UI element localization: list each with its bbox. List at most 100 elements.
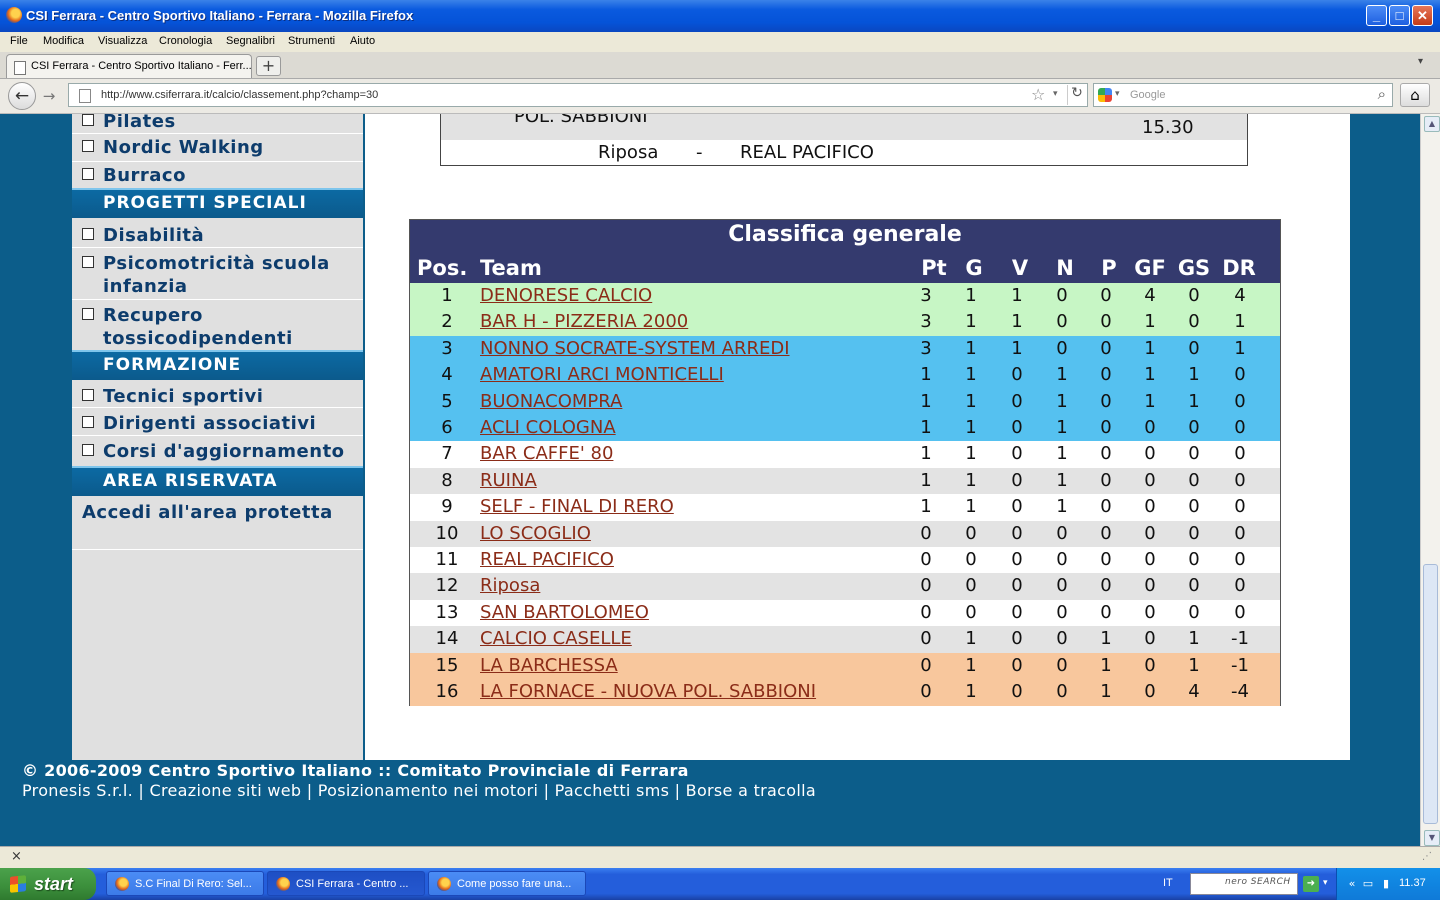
scroll-down-icon[interactable]: ▼: [1424, 830, 1440, 846]
cell-g: 1: [965, 390, 977, 412]
team-link[interactable]: RUINA: [480, 470, 537, 491]
taskbar-item-csi-ferrara[interactable]: CSI Ferrara - Centro ...: [267, 871, 425, 896]
sidebar-item-corsi[interactable]: Corsi d'aggiornamento: [72, 436, 363, 466]
standings-title: Classifica generale: [728, 222, 962, 247]
nero-go-icon[interactable]: ➜: [1303, 876, 1319, 892]
team-link[interactable]: ACLI COLOGNA: [480, 417, 616, 438]
menu-modifica[interactable]: Modifica: [43, 35, 84, 47]
cell-gf: 0: [1144, 575, 1156, 597]
cell-pt: 1: [920, 390, 932, 412]
sidebar-item-label[interactable]: Recupero tossicodipendenti: [103, 304, 333, 350]
sidebar-item-label[interactable]: Burraco: [103, 164, 186, 187]
menu-strumenti[interactable]: Strumenti: [288, 35, 335, 47]
minimize-button[interactable]: _: [1366, 5, 1387, 26]
scroll-thumb[interactable]: [1423, 564, 1438, 824]
menu-visualizza[interactable]: Visualizza: [98, 35, 147, 47]
engine-dropdown-icon[interactable]: ▾: [1115, 89, 1120, 99]
history-dropdown-icon[interactable]: ▾: [1053, 89, 1058, 99]
team-link[interactable]: NONNO SOCRATE-SYSTEM ARREDI: [480, 338, 790, 359]
reload-icon[interactable]: ↻: [1067, 85, 1086, 105]
team-link[interactable]: CALCIO CASELLE: [480, 628, 632, 649]
team-link[interactable]: AMATORI ARCI MONTICELLI: [480, 364, 724, 385]
team-link[interactable]: LO SCOGLIO: [480, 523, 591, 544]
sidebar-login-link[interactable]: Accedi all'area protetta: [72, 496, 363, 550]
bookmark-star-icon[interactable]: ☆: [1031, 85, 1045, 104]
sidebar-item-label[interactable]: Corsi d'aggiornamento: [103, 440, 345, 463]
sidebar-item-recupero[interactable]: Recupero tossicodipendenti: [72, 300, 363, 350]
nero-dropdown-icon[interactable]: ▾: [1323, 878, 1328, 888]
login-link-label[interactable]: Accedi all'area protetta: [82, 501, 333, 524]
sidebar-item-label[interactable]: Pilates: [103, 114, 176, 133]
cell-g: 1: [965, 443, 977, 465]
sidebar-item-label[interactable]: Nordic Walking: [103, 136, 264, 159]
maximize-button[interactable]: □: [1389, 5, 1410, 26]
team-link[interactable]: Riposa: [480, 575, 540, 596]
taskbar-item-final-di-rero[interactable]: S.C Final Di Rero: Sel...: [106, 871, 264, 896]
cell-p: 0: [1100, 443, 1112, 465]
team-link[interactable]: SELF - FINAL DI RERO: [480, 496, 674, 517]
menu-aiuto[interactable]: Aiuto: [350, 35, 375, 47]
sidebar-item-dirigenti[interactable]: Dirigenti associativi: [72, 408, 363, 436]
team-link[interactable]: DENORESE CALCIO: [480, 285, 652, 306]
sidebar-item-psicomotricita[interactable]: Psicomotricità scuola infanzia: [72, 248, 363, 300]
start-button[interactable]: start: [0, 868, 96, 900]
sidebar-item-tecnici[interactable]: Tecnici sportivi: [72, 380, 363, 408]
sidebar-item-disabilita[interactable]: Disabilità: [72, 218, 363, 248]
rest-team: REAL PACIFICO: [740, 142, 874, 163]
address-bar[interactable]: http://www.csiferrara.it/calcio/classeme…: [68, 83, 1088, 107]
col-pt: Pt: [921, 256, 947, 280]
sidebar-item-label[interactable]: Tecnici sportivi: [103, 385, 263, 408]
search-placeholder[interactable]: Google: [1130, 89, 1165, 101]
url-text[interactable]: http://www.csiferrara.it/calcio/classeme…: [101, 89, 378, 101]
nero-search-box[interactable]: nero SEARCH: [1190, 873, 1298, 895]
team-link[interactable]: BAR H - PIZZERIA 2000: [480, 311, 688, 332]
tab-list-chevron-icon[interactable]: ▾: [1418, 56, 1423, 67]
col-gf: GF: [1134, 256, 1166, 280]
sidebar-item-label[interactable]: Disabilità: [103, 224, 204, 247]
team-link[interactable]: BAR CAFFE' 80: [480, 443, 613, 464]
signal-icon[interactable]: ▮: [1379, 877, 1393, 891]
sidebar-item-nordic-walking[interactable]: Nordic Walking: [72, 134, 363, 162]
menu-segnalibri[interactable]: Segnalibri: [226, 35, 275, 47]
team-link[interactable]: REAL PACIFICO: [480, 549, 614, 570]
cell-v: 0: [1011, 496, 1023, 518]
cell-dr: 0: [1234, 522, 1246, 544]
cell-dr: -1: [1231, 628, 1249, 650]
sidebar-item-label[interactable]: Dirigenti associativi: [103, 412, 316, 435]
sidebar-item-burraco[interactable]: Burraco: [72, 162, 363, 188]
team-link[interactable]: LA FORNACE - NUOVA POL. SABBIONI: [480, 681, 816, 702]
google-icon[interactable]: [1098, 88, 1112, 102]
footer-links[interactable]: Pronesis S.r.l. | Creazione siti web | P…: [22, 781, 816, 800]
sidebar-item-label[interactable]: Psicomotricità scuola infanzia: [103, 252, 353, 298]
col-v: V: [1011, 256, 1029, 280]
search-icon[interactable]: ⌕: [1378, 85, 1386, 103]
task-label: CSI Ferrara - Centro ...: [296, 878, 409, 890]
cell-pt: 1: [920, 469, 932, 491]
menu-file[interactable]: File: [10, 35, 28, 47]
cell-p: 0: [1100, 417, 1112, 438]
resize-grip-icon[interactable]: ⋰: [1422, 851, 1432, 862]
team-link[interactable]: BUONACOMPRA: [480, 391, 622, 412]
tab-csi-ferrara[interactable]: CSI Ferrara - Centro Sportivo Italiano -…: [6, 54, 252, 78]
scroll-up-icon[interactable]: ▲: [1424, 116, 1440, 132]
team-link[interactable]: LA BARCHESSA: [480, 655, 618, 676]
sidebar-item-pilates[interactable]: Pilates: [72, 114, 363, 134]
cell-p: 1: [1100, 654, 1112, 676]
taskbar-item-come-posso[interactable]: Come posso fare una...: [428, 871, 586, 896]
cell-p: 1: [1100, 628, 1112, 650]
new-tab-button[interactable]: +: [256, 56, 281, 76]
language-indicator[interactable]: IT: [1163, 877, 1173, 889]
home-button[interactable]: ⌂: [1400, 83, 1430, 107]
cell-gf: 0: [1144, 601, 1156, 623]
close-window-button[interactable]: ✕: [1412, 5, 1433, 26]
team-link[interactable]: SAN BARTOLOMEO: [480, 602, 649, 623]
back-button[interactable]: ←: [8, 82, 36, 110]
cell-g: 1: [965, 654, 977, 676]
menu-cronologia[interactable]: Cronologia: [159, 35, 212, 47]
network-icon[interactable]: ▭: [1361, 877, 1375, 891]
tray-arrow-icon[interactable]: «: [1345, 877, 1359, 891]
vertical-scrollbar[interactable]: ▲ ▼: [1420, 114, 1440, 846]
forward-button[interactable]: →: [38, 86, 60, 106]
search-bar[interactable]: ▾ Google ⌕: [1093, 83, 1393, 107]
close-icon[interactable]: ×: [11, 849, 22, 864]
